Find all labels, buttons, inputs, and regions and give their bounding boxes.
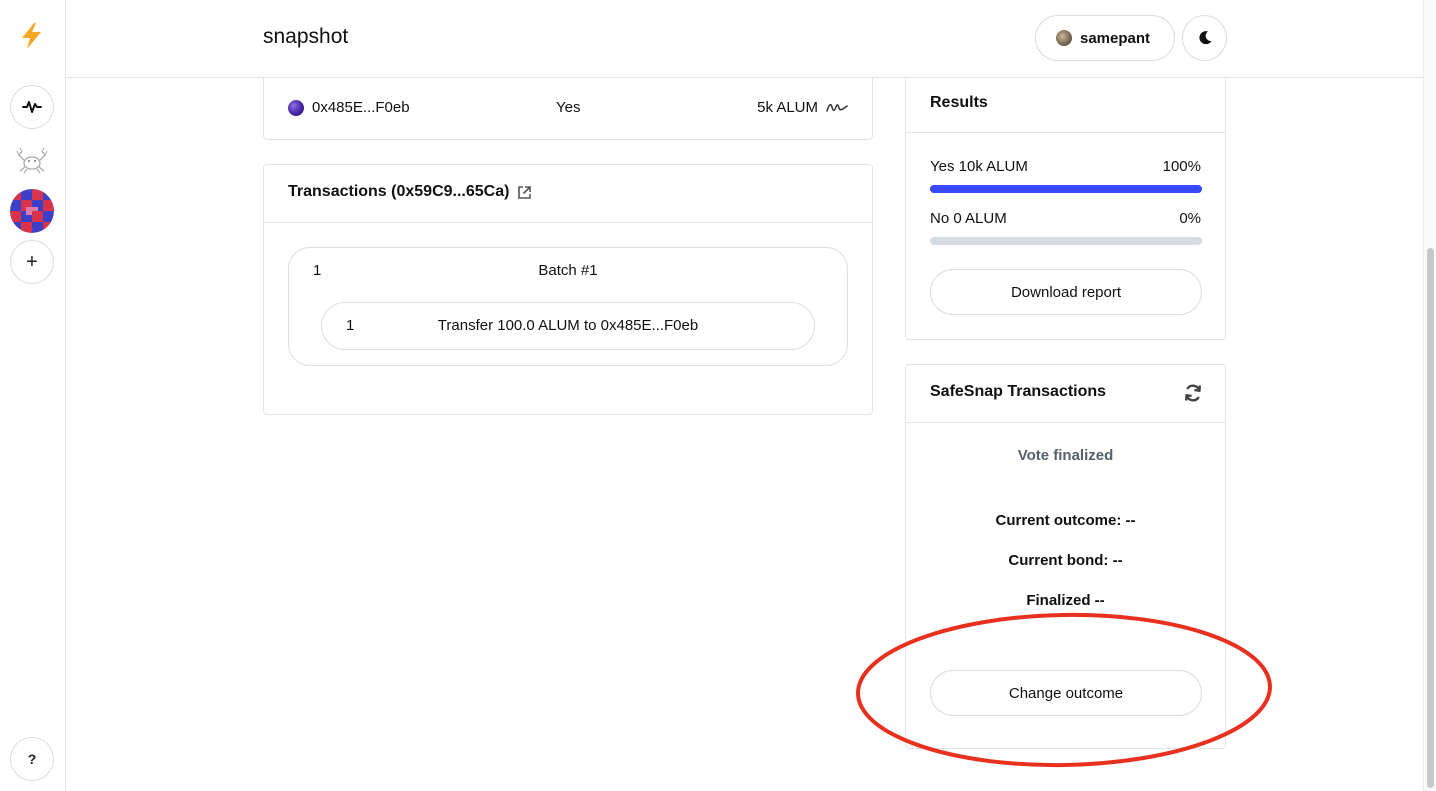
- transactions-title-text: Transactions (0x59C9...65Ca): [288, 183, 510, 200]
- top-header: snapshot samepant: [66, 0, 1423, 78]
- result-row-no: No 0 ALUM 0%: [930, 210, 1201, 227]
- crab-space-icon[interactable]: [10, 138, 54, 182]
- results-title: Results: [930, 94, 988, 111]
- result-bar-fill: [930, 185, 1202, 193]
- vote-power-cell: 5k ALUM: [757, 99, 848, 116]
- result-bar-no: [930, 237, 1202, 245]
- plus-label: +: [26, 250, 38, 273]
- voter-avatar: [288, 99, 304, 116]
- user-avatar: [1056, 30, 1072, 46]
- result-label: Yes 10k ALUM: [930, 158, 1028, 175]
- activity-icon[interactable]: [10, 85, 54, 129]
- voter-address: 0x485E...F0eb: [312, 99, 410, 116]
- current-outcome: Current outcome: --: [995, 512, 1136, 529]
- result-label: No 0 ALUM: [930, 210, 1007, 227]
- card-divider: [906, 132, 1225, 133]
- moon-icon: [1198, 31, 1211, 45]
- refresh-icon[interactable]: [1183, 383, 1203, 403]
- result-bar-yes: [930, 185, 1202, 193]
- account-button[interactable]: samepant: [1035, 15, 1175, 61]
- vote-choice: Yes: [556, 99, 581, 116]
- app-root: + ? snapshot samepant 0x485E...F0eb Yes …: [0, 0, 1436, 791]
- signature-icon[interactable]: [826, 101, 848, 115]
- results-card: Results Yes 10k ALUM 100% No 0 ALUM 0% D…: [905, 78, 1226, 340]
- batch-box: 1 Batch #1 1 Transfer 100.0 ALUM to 0x48…: [288, 247, 848, 366]
- transaction-item[interactable]: 1 Transfer 100.0 ALUM to 0x485E...F0eb: [321, 302, 815, 350]
- external-link-icon[interactable]: [517, 185, 532, 200]
- card-divider: [264, 222, 872, 223]
- brand-title[interactable]: snapshot: [263, 25, 348, 49]
- result-percent: 0%: [1179, 210, 1201, 227]
- help-label: ?: [27, 751, 37, 767]
- theme-toggle-button[interactable]: [1182, 15, 1227, 61]
- vote-row: 0x485E...F0eb Yes 5k ALUM: [288, 99, 848, 119]
- transaction-label: Transfer 100.0 ALUM to 0x485E...F0eb: [437, 317, 699, 334]
- page-scrollbar[interactable]: [1423, 0, 1436, 791]
- vote-status: Vote finalized: [1017, 447, 1114, 464]
- scrollbar-thumb[interactable]: [1427, 248, 1434, 788]
- safesnap-card: SafeSnap Transactions Vote finalized Cur…: [905, 364, 1226, 749]
- batch-label: Batch #1: [538, 262, 598, 279]
- voter-cell[interactable]: 0x485E...F0eb: [288, 99, 410, 116]
- lightning-icon[interactable]: [10, 14, 54, 58]
- result-percent: 100%: [1162, 158, 1201, 175]
- user-name: samepant: [1080, 29, 1151, 47]
- card-divider: [906, 422, 1225, 423]
- download-report-button[interactable]: Download report: [930, 269, 1202, 315]
- change-outcome-button[interactable]: Change outcome: [930, 670, 1202, 716]
- result-row-yes: Yes 10k ALUM 100%: [930, 158, 1201, 175]
- vote-power: 5k ALUM: [757, 99, 818, 116]
- transactions-card: Transactions (0x59C9...65Ca) 1 Batch #1 …: [263, 164, 873, 415]
- current-bond: Current bond: --: [1008, 552, 1123, 569]
- plus-icon[interactable]: +: [10, 240, 54, 284]
- votes-card: 0x485E...F0eb Yes 5k ALUM: [263, 78, 873, 140]
- finalized-status: Finalized --: [1026, 592, 1105, 609]
- safesnap-title: SafeSnap Transactions: [930, 383, 1107, 400]
- help-icon[interactable]: ?: [10, 737, 54, 781]
- space-avatar[interactable]: [10, 189, 54, 233]
- sidebar: + ?: [0, 0, 66, 791]
- transactions-title: Transactions (0x59C9...65Ca): [288, 183, 532, 201]
